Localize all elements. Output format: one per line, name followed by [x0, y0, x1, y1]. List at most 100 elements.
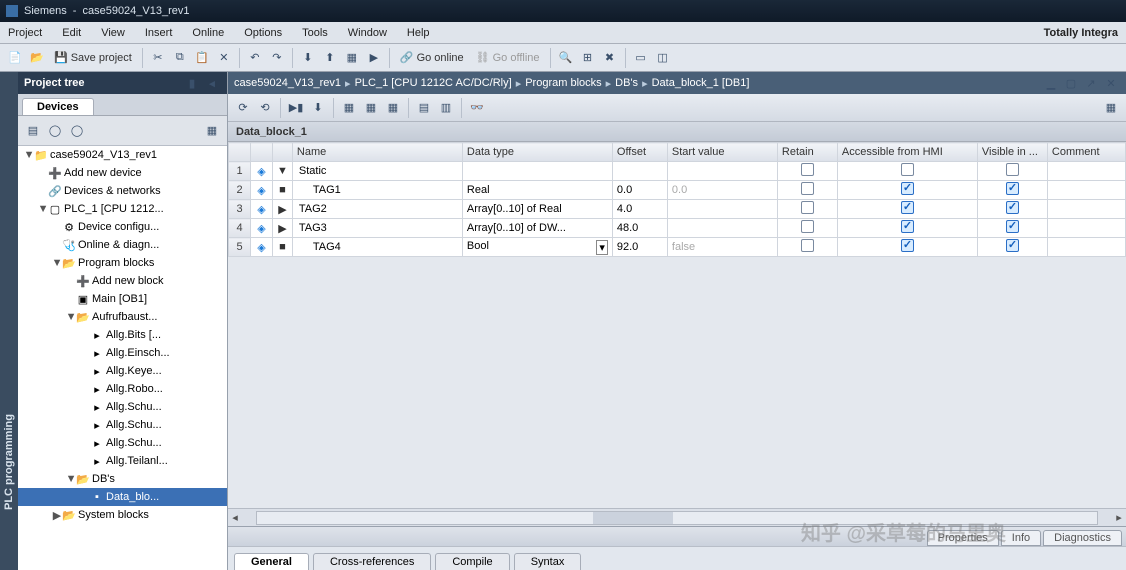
win-float-icon[interactable]: ↗	[1082, 74, 1100, 92]
tree-item[interactable]: ▪Data_blo...	[18, 488, 227, 506]
save-project-button[interactable]: 💾 Save project	[50, 51, 136, 64]
column-header[interactable]	[229, 143, 251, 162]
reload-icon[interactable]: ⟳	[234, 99, 252, 117]
breadcrumb-item[interactable]: PLC_1 [CPU 1212C AC/DC/Rly]	[355, 77, 512, 89]
side-tab-plc[interactable]: PLC programming	[0, 72, 18, 570]
tree-item[interactable]: 🔗Devices & networks	[18, 182, 227, 200]
scroll-right-icon[interactable]: ▸	[1112, 511, 1126, 525]
tree-item[interactable]: ▸Allg.Schu...	[18, 398, 227, 416]
snapshot-icon[interactable]: ▶▮	[287, 99, 305, 117]
table-row[interactable]: 1◈▼Static	[229, 162, 1126, 181]
go-online-button[interactable]: 🔗 Go online	[396, 51, 468, 64]
tree-item[interactable]: ▸Allg.Schu...	[18, 434, 227, 452]
delete-icon[interactable]: ✕	[215, 49, 233, 67]
table-row[interactable]: 2◈■TAG1Real0.00.0	[229, 181, 1126, 200]
tree-item[interactable]: ▼📂Aufrufbaust...	[18, 308, 227, 326]
column-header[interactable]: Name	[292, 143, 462, 162]
breadcrumb-item[interactable]: case59024_V13_rev1	[234, 77, 341, 89]
tree-item[interactable]: ▸Allg.Einsch...	[18, 344, 227, 362]
tree-item[interactable]: ▼▢PLC_1 [CPU 1212...	[18, 200, 227, 218]
download-icon[interactable]: ⬆	[321, 49, 339, 67]
column-header[interactable]: Retain	[777, 143, 837, 162]
win-min-icon[interactable]: ▁	[1042, 74, 1060, 92]
redo-icon[interactable]: ↷	[268, 49, 286, 67]
column-header[interactable]: Comment	[1047, 143, 1125, 162]
tree-item[interactable]: ▼📁case59024_V13_rev1	[18, 146, 227, 164]
column-header[interactable]: Data type	[462, 143, 612, 162]
win-max-icon[interactable]: ▢	[1062, 74, 1080, 92]
tree-item[interactable]: ▼📂Program blocks	[18, 254, 227, 272]
menu-view[interactable]: View	[101, 27, 125, 39]
tree-item[interactable]: ⚙Device configu...	[18, 218, 227, 236]
menu-insert[interactable]: Insert	[145, 27, 173, 39]
breadcrumb-item[interactable]: Data_block_1 [DB1]	[652, 77, 750, 89]
tree-item[interactable]: ▣Main [OB1]	[18, 290, 227, 308]
split-h-icon[interactable]: ▭	[632, 49, 650, 67]
menu-tools[interactable]: Tools	[302, 27, 328, 39]
column-header[interactable]: Accessible from HMI	[837, 143, 977, 162]
tree-item[interactable]: ▸Allg.Bits [...	[18, 326, 227, 344]
tree-item[interactable]: 🩺Online & diagn...	[18, 236, 227, 254]
column-header[interactable]	[273, 143, 293, 162]
collapse-all-icon[interactable]: ▥	[437, 99, 455, 117]
tree-fwd-icon[interactable]: ◯	[68, 122, 86, 140]
lower-tab-cross-references[interactable]: Cross-references	[313, 553, 431, 570]
expand-icon[interactable]: ▤	[415, 99, 433, 117]
go-offline-button[interactable]: ⛓ Go offline	[472, 51, 544, 64]
search-icon[interactable]: 🔍	[557, 49, 575, 67]
split-v-icon[interactable]: ◫	[654, 49, 672, 67]
close-mon-icon[interactable]: ✖	[601, 49, 619, 67]
project-tree[interactable]: ▼📁case59024_V13_rev1➕Add new device🔗Devi…	[18, 146, 227, 570]
load-icon[interactable]: ⬇	[309, 99, 327, 117]
reload2-icon[interactable]: ⟲	[256, 99, 274, 117]
open-icon[interactable]: 📂	[28, 49, 46, 67]
tree-item[interactable]: ▸Allg.Schu...	[18, 416, 227, 434]
crossref-icon[interactable]: ⊞	[579, 49, 597, 67]
column-header[interactable]: Visible in ...	[977, 143, 1047, 162]
horizontal-scrollbar[interactable]: ◂ ▸	[228, 508, 1126, 526]
table-row[interactable]: 3◈▶TAG2Array[0..10] of Real4.0	[229, 200, 1126, 219]
table-row[interactable]: 5◈■TAG4Bool ▾92.0false	[229, 238, 1126, 257]
tree-item[interactable]: ➕Add new block	[18, 272, 227, 290]
menu-options[interactable]: Options	[244, 27, 282, 39]
keep-icon[interactable]: ▦	[340, 99, 358, 117]
cut-icon[interactable]: ✂	[149, 49, 167, 67]
start-sim-icon[interactable]: ▶	[365, 49, 383, 67]
tree-detail-icon[interactable]: ▦	[203, 122, 221, 140]
column-header[interactable]: Offset	[612, 143, 667, 162]
breadcrumb-item[interactable]: Program blocks	[525, 77, 601, 89]
menu-edit[interactable]: Edit	[62, 27, 81, 39]
copy-icon[interactable]: ⧉	[171, 49, 189, 67]
tree-back-icon[interactable]: ◯	[46, 122, 64, 140]
pin-icon[interactable]: ◂	[203, 74, 221, 92]
paste-icon[interactable]: 📋	[193, 49, 211, 67]
breadcrumb-item[interactable]: DB's	[615, 77, 638, 89]
column-header[interactable]: Start value	[667, 143, 777, 162]
tree-item[interactable]: ▸Allg.Keye...	[18, 362, 227, 380]
tree-item[interactable]: ▸Allg.Robo...	[18, 380, 227, 398]
menu-project[interactable]: Project	[8, 27, 42, 39]
tree-item[interactable]: ▶📂System blocks	[18, 506, 227, 524]
menu-online[interactable]: Online	[192, 27, 224, 39]
props-tab-info[interactable]: Info	[1001, 530, 1041, 546]
scroll-left-icon[interactable]: ◂	[228, 511, 242, 525]
undo-icon[interactable]: ↶	[246, 49, 264, 67]
lower-tab-syntax[interactable]: Syntax	[514, 553, 582, 570]
column-header[interactable]	[251, 143, 273, 162]
data-block-grid[interactable]: NameData typeOffsetStart valueRetainAcce…	[228, 142, 1126, 508]
monitor-icon[interactable]: 👓	[468, 99, 486, 117]
table-row[interactable]: 4◈▶TAG3Array[0..10] of DW...48.0	[229, 219, 1126, 238]
props-tab-diagnostics[interactable]: Diagnostics	[1043, 530, 1122, 546]
hmi-sim-icon[interactable]: ▦	[343, 49, 361, 67]
tab-devices[interactable]: Devices	[22, 98, 94, 115]
tree-item[interactable]: ➕Add new device	[18, 164, 227, 182]
lower-tab-general[interactable]: General	[234, 553, 309, 570]
tree-item[interactable]: ▼📂DB's	[18, 470, 227, 488]
menu-help[interactable]: Help	[407, 27, 430, 39]
tree-new-icon[interactable]: ▤	[24, 122, 42, 140]
settings-icon[interactable]: ▦	[1102, 99, 1120, 117]
tree-item[interactable]: ▸Allg.Teilanl...	[18, 452, 227, 470]
menu-window[interactable]: Window	[348, 27, 387, 39]
props-tab-properties[interactable]: Properties	[927, 530, 999, 546]
compile-icon[interactable]: ⬇	[299, 49, 317, 67]
